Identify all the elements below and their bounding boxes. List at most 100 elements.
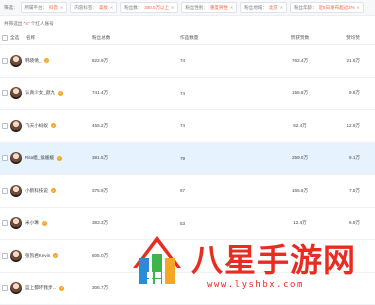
fans-count: 455.2万 <box>92 123 180 129</box>
close-icon[interactable]: ✕ <box>357 5 360 10</box>
filter-key: 内容标签： <box>74 5 97 11</box>
works-count: 74 <box>180 91 270 96</box>
avatar[interactable] <box>10 120 22 132</box>
verified-badge-icon: ✓ <box>44 58 49 63</box>
filter-bar: 筛选：所属平台：抖音✕内容标签：美妆✕粉丝数：300.0万以上✕粉丝性别：重度男… <box>0 0 375 16</box>
row-checkbox[interactable] <box>0 220 10 226</box>
account-name[interactable]: 张凯君Kevin <box>25 253 50 259</box>
filter-chip[interactable]: 所属平台：抖音✕ <box>21 2 68 13</box>
fans-count: 375.9万 <box>92 188 180 194</box>
filter-chip[interactable]: 粉丝地域：北京✕ <box>240 2 287 13</box>
account-cell[interactable]: 认真少女_颜九✓ <box>10 87 92 99</box>
likes-count: 62.4万 <box>270 123 330 129</box>
close-icon[interactable]: ✕ <box>60 5 63 10</box>
filter-value: 北京 <box>269 5 278 11</box>
works-count: 74 <box>180 123 270 128</box>
row-checkbox[interactable] <box>0 123 10 129</box>
table-row[interactable]: Rita姐_侯媛媛✓381.5万79259.0万9.1万 <box>0 143 375 176</box>
header-select-all[interactable]: 全选 <box>10 35 26 41</box>
close-icon[interactable]: ✕ <box>171 5 174 10</box>
summary-prefix: 共筛选出 <box>4 21 22 26</box>
filter-key: 所属平台： <box>25 5 48 11</box>
site-watermark: 八星手游网 www.lyshbx.com <box>125 228 370 295</box>
filter-value: 近5日发布超过2% <box>319 5 355 11</box>
filter-chip[interactable]: 粉丝年龄：近5日发布超过2%✕ <box>290 2 364 13</box>
filter-key: 筛选： <box>4 5 18 10</box>
filter-key: 粉丝年龄： <box>294 5 317 11</box>
table-row[interactable]: 飞天小蚂蚁✓455.2万7462.4万12.9万 <box>0 110 375 143</box>
summary-count: 5 <box>25 21 28 26</box>
account-cell[interactable]: 韩晓倩_✓ <box>10 55 92 67</box>
works-count: 53 <box>180 221 270 226</box>
table-header: 全选 名称 粉丝总数 作品数量 赞获赞数 赞均赞 <box>0 32 375 45</box>
account-name[interactable]: 小鹤科技说 <box>25 188 48 194</box>
avatar[interactable] <box>10 87 22 99</box>
account-cell[interactable]: 蓝上都坏我步...✓ <box>10 282 92 294</box>
watermark-url: www.lyshbx.com <box>207 280 304 290</box>
account-name[interactable]: 韩晓倩_ <box>25 58 41 64</box>
account-name[interactable]: 米小琳 <box>25 220 39 226</box>
filter-label: 筛选： <box>4 5 18 11</box>
row-checkbox[interactable] <box>0 90 10 96</box>
avatar[interactable] <box>10 185 22 197</box>
verified-badge-icon: ✓ <box>58 91 63 96</box>
fans-count: 381.5万 <box>92 155 180 161</box>
likes-count: 165.6万 <box>270 188 330 194</box>
close-icon[interactable]: ✕ <box>230 5 233 10</box>
header-works[interactable]: 作品数量 <box>180 35 270 41</box>
table-row[interactable]: 认真少女_颜九✓741.4万74155.8万9.8万 <box>0 78 375 111</box>
likes-count: 155.8万 <box>270 90 330 96</box>
account-name[interactable]: 蓝上都坏我步... <box>25 285 56 291</box>
avg-likes: 9.8万 <box>330 90 360 96</box>
row-checkbox[interactable] <box>0 188 10 194</box>
select-all-checkbox[interactable] <box>0 35 10 41</box>
close-icon[interactable]: ✕ <box>110 5 113 10</box>
filter-chip[interactable]: 粉丝数：300.0万以上✕ <box>120 2 178 13</box>
filter-value: 美妆 <box>99 5 108 11</box>
watermark-logo-icon <box>125 228 189 295</box>
works-count: 74 <box>180 58 270 63</box>
table-row[interactable]: 韩晓倩_✓822.9万74762.4万21.6万 <box>0 45 375 78</box>
avatar[interactable] <box>10 55 22 67</box>
summary-suffix: 个红人账号 <box>31 21 54 26</box>
account-cell[interactable]: 张凯君Kevin✓ <box>10 250 92 262</box>
account-cell[interactable]: Rita姐_侯媛媛✓ <box>10 152 92 164</box>
works-count: 67 <box>180 188 270 193</box>
filter-key: 粉丝地域： <box>244 5 267 11</box>
avatar[interactable] <box>10 250 22 262</box>
account-cell[interactable]: 飞天小蚂蚁✓ <box>10 120 92 132</box>
header-fans[interactable]: 粉丝总数 <box>92 35 180 41</box>
filter-chip[interactable]: 内容标签：美妆✕ <box>70 2 117 13</box>
fans-count: 383.3万 <box>92 220 180 226</box>
filter-value: 重度男性 <box>210 5 228 11</box>
row-checkbox[interactable] <box>0 155 10 161</box>
account-name[interactable]: Rita姐_侯媛媛 <box>25 155 54 161</box>
row-checkbox[interactable] <box>0 253 10 259</box>
account-cell[interactable]: 小鹤科技说✓ <box>10 185 92 197</box>
row-checkbox[interactable] <box>0 285 10 291</box>
verified-badge-icon: ✓ <box>57 156 62 161</box>
verified-badge-icon: ✓ <box>42 221 47 226</box>
account-name[interactable]: 飞天小蚂蚁 <box>25 123 48 129</box>
account-cell[interactable]: 米小琳✓ <box>10 217 92 229</box>
account-name[interactable]: 认真少女_颜九 <box>25 90 55 96</box>
table-row[interactable]: 小鹤科技说✓375.9万67165.6万7.5万 <box>0 175 375 208</box>
result-summary: 共筛选出 "5" 个红人账号 <box>4 21 54 27</box>
header-avg-likes[interactable]: 赞均赞 <box>330 35 360 41</box>
avg-likes: 6.9万 <box>330 220 360 226</box>
header-likes[interactable]: 赞获赞数 <box>270 35 330 41</box>
likes-count: 762.4万 <box>270 58 330 64</box>
filter-value: 抖音 <box>49 5 58 11</box>
close-icon[interactable]: ✕ <box>280 5 283 10</box>
row-checkbox[interactable] <box>0 58 10 64</box>
fans-count: 741.4万 <box>92 90 180 96</box>
avatar[interactable] <box>10 217 22 229</box>
fans-count: 822.9万 <box>92 58 180 64</box>
filter-chip[interactable]: 粉丝性别：重度男性✕ <box>181 2 237 13</box>
filter-key: 粉丝数： <box>124 5 142 11</box>
avatar[interactable] <box>10 282 22 294</box>
filter-key: 粉丝性别： <box>185 5 208 11</box>
avatar[interactable] <box>10 152 22 164</box>
filter-value: 300.0万以上 <box>144 5 169 11</box>
avg-likes: 7.5万 <box>330 188 360 194</box>
